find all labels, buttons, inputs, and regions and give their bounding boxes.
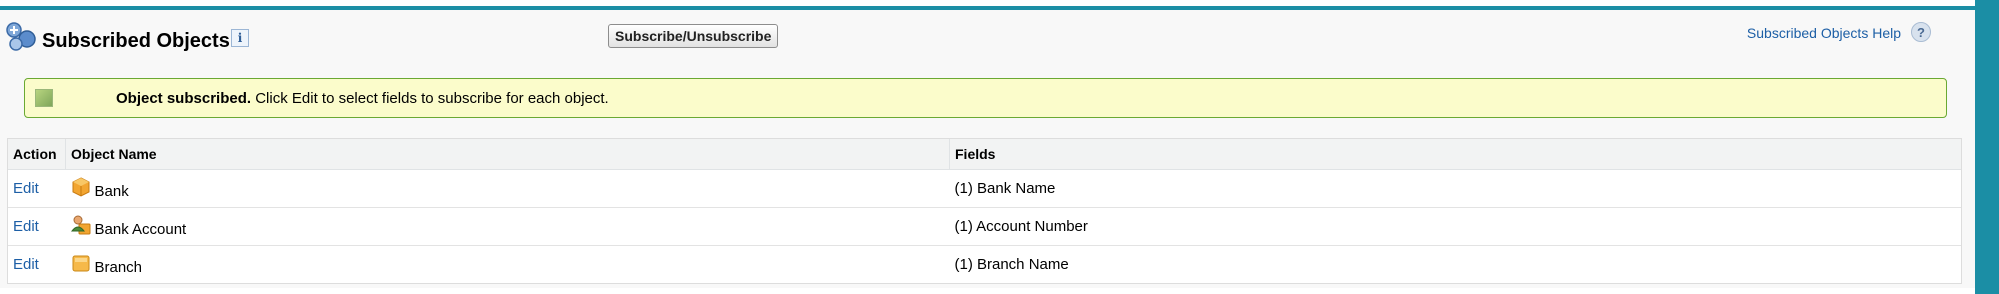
message-text: Object subscribed. Click Edit to select … xyxy=(116,90,609,107)
person-account-icon xyxy=(70,215,90,235)
fields-cell: (1) Bank Name xyxy=(949,169,1961,208)
subscribed-objects-table: Action Object Name Fields Edit Bank (1) … xyxy=(7,138,1962,284)
window-edge xyxy=(1975,0,1999,294)
column-header-object-name: Object Name xyxy=(65,139,950,170)
object-name: Branch xyxy=(94,259,143,276)
fields-cell: (1) Branch Name xyxy=(954,256,1069,273)
column-header-action: Action xyxy=(8,139,66,170)
folder-icon xyxy=(72,255,89,272)
subscribed-objects-panel: Subscribed Objects i Subscribe/Unsubscri… xyxy=(0,6,1975,288)
subscribed-objects-icon xyxy=(6,22,36,51)
fields-cell: (1) Account Number xyxy=(949,207,1961,246)
info-icon[interactable]: i xyxy=(231,29,249,47)
confirm-icon xyxy=(35,89,53,107)
edit-link[interactable]: Edit xyxy=(13,256,39,273)
object-name: Bank xyxy=(94,183,129,200)
cube-icon xyxy=(72,177,89,197)
help-link[interactable]: Subscribed Objects Help xyxy=(1747,25,1901,41)
table-row: Edit Bank (1) Bank Name xyxy=(8,169,1961,208)
help-icon[interactable]: ? xyxy=(1911,22,1931,42)
table-row: Edit Bank Account (1) Account Number xyxy=(8,207,1961,246)
table-row: Edit Branch (1) Branch Name xyxy=(8,246,1961,284)
column-header-fields: Fields xyxy=(949,139,1961,170)
page-header: Subscribed Objects i Subscribe/Unsubscri… xyxy=(0,10,1975,70)
edit-link[interactable]: Edit xyxy=(13,218,39,235)
subscribe-unsubscribe-button[interactable]: Subscribe/Unsubscribe xyxy=(608,24,779,48)
message-detail: Click Edit to select fields to subscribe… xyxy=(255,90,609,107)
confirmation-message: Object subscribed. Click Edit to select … xyxy=(24,78,1947,118)
message-bold: Object subscribed. xyxy=(116,90,252,107)
page-title: Subscribed Objects xyxy=(42,30,230,52)
edit-link[interactable]: Edit xyxy=(13,180,39,197)
object-name: Bank Account xyxy=(94,221,187,238)
table-header-row: Action Object Name Fields xyxy=(8,139,1961,170)
